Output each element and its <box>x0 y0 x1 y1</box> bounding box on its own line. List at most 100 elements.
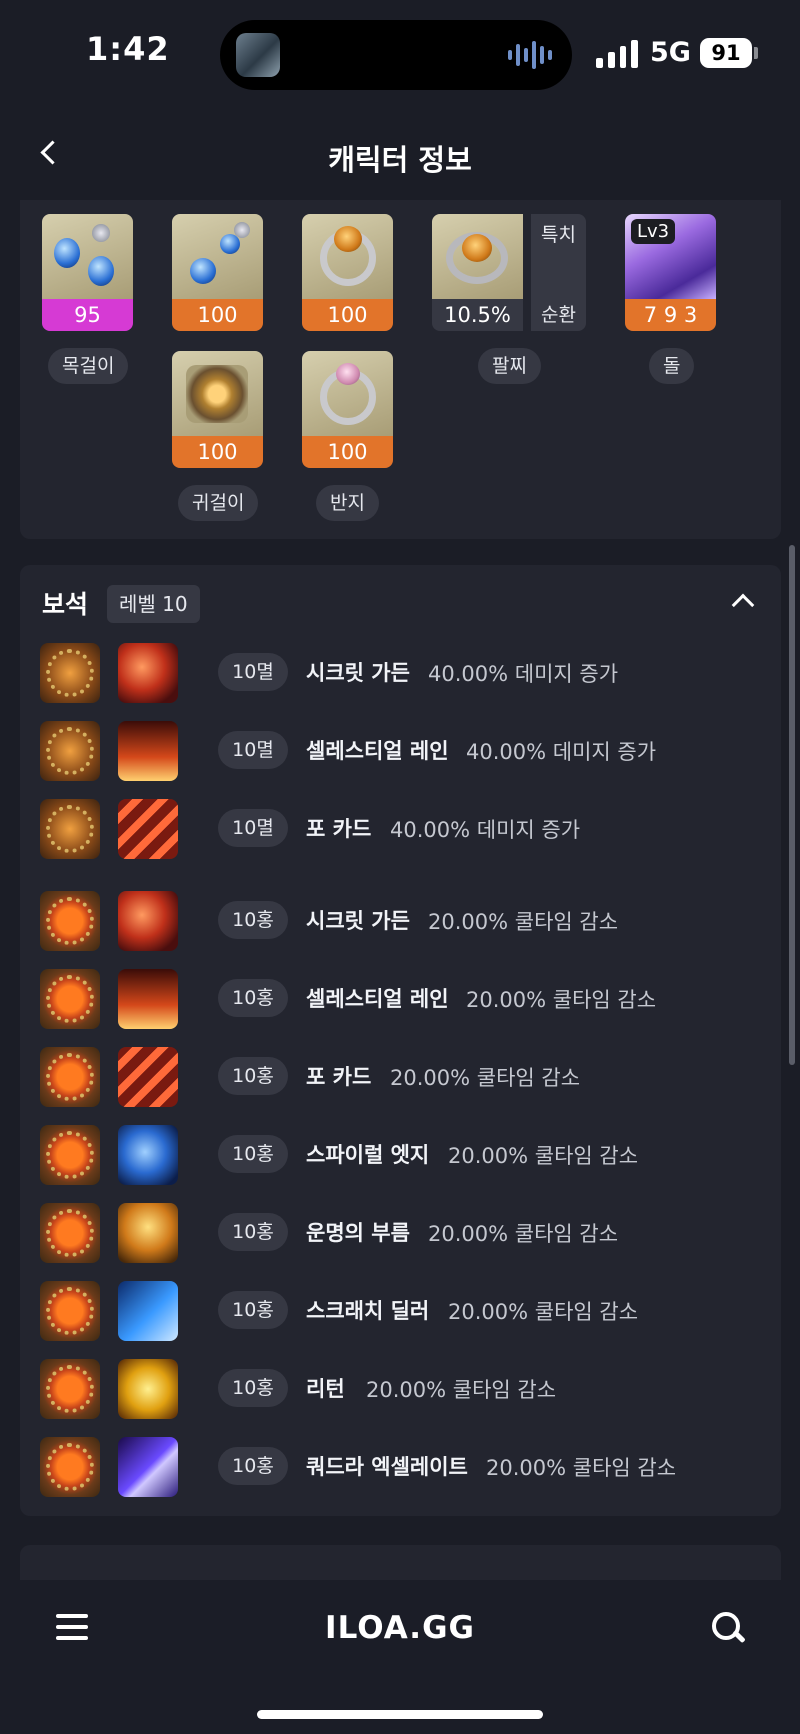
ring-item-2[interactable]: 100 <box>302 351 393 468</box>
ring-label: 반지 <box>316 485 379 521</box>
gem-effect: 20.00% 쿨타임 감소 <box>448 1300 639 1324</box>
gem-effect: 40.00% 데미지 증가 <box>466 740 657 764</box>
necklace-quality: 95 <box>42 299 133 331</box>
bracelet-stat-2: 순환 <box>541 304 576 326</box>
earring-quality-2: 100 <box>172 436 263 468</box>
gem-skill-name: 포 카드 <box>306 817 372 841</box>
gem-effect: 40.00% 데미지 증가 <box>390 818 581 842</box>
gem-effect: 20.00% 쿨타임 감소 <box>390 1066 581 1090</box>
gem-row[interactable]: 10멸 포 카드 40.00% 데미지 증가 <box>40 799 760 859</box>
gem-icon <box>40 1359 100 1419</box>
gem-level-badge: 레벨 10 <box>107 585 200 623</box>
battery-tip <box>754 47 758 59</box>
gem-row[interactable]: 10홍 운명의 부름 20.00% 쿨타임 감소 <box>40 1203 760 1263</box>
skill-icon <box>118 1359 178 1419</box>
gem-grade: 10홍 <box>218 1447 288 1485</box>
gem-icon <box>40 643 100 703</box>
necklace-image <box>42 214 133 299</box>
page-title: 캐릭터 정보 <box>328 143 472 177</box>
gem-skill-name: 포 카드 <box>306 1065 372 1089</box>
gem-grade: 10홍 <box>218 901 288 939</box>
gem-icon <box>40 1125 100 1185</box>
gem-skill-name: 시크릿 가든 <box>306 661 410 685</box>
signal-icon <box>596 40 638 68</box>
gem-row[interactable]: 10홍 리턴 20.00% 쿨타임 감소 <box>40 1359 760 1419</box>
gem-grade: 10멸 <box>218 809 288 847</box>
search-icon[interactable] <box>710 1610 746 1646</box>
stone-value: 7 9 3 <box>625 299 716 331</box>
gem-row[interactable]: 10홍 쿼드라 엑셀레이트 20.00% 쿨타임 감소 <box>40 1437 760 1497</box>
gem-icon <box>40 1047 100 1107</box>
app-header: 캐릭터 정보 <box>0 105 800 200</box>
audio-wave-icon <box>508 40 552 70</box>
skill-icon <box>118 1047 178 1107</box>
skill-icon <box>118 1437 178 1497</box>
gem-grade: 10홍 <box>218 979 288 1017</box>
ring-image <box>302 214 393 299</box>
earring-item-2[interactable]: 100 <box>172 351 263 468</box>
skill-icon <box>118 721 178 781</box>
gem-effect: 40.00% 데미지 증가 <box>428 662 619 686</box>
skill-icon <box>118 1281 178 1341</box>
gem-grade: 10홍 <box>218 1213 288 1251</box>
home-indicator <box>257 1710 543 1719</box>
necklace-item[interactable]: 95 <box>42 214 133 331</box>
brand-logo[interactable]: ILOA.GG <box>0 1610 800 1646</box>
ring-quality-2: 100 <box>302 436 393 468</box>
gem-row[interactable]: 10멸 셀레스티얼 레인 40.00% 데미지 증가 <box>40 721 760 781</box>
stone-level: Lv3 <box>631 219 676 244</box>
necklace-label: 목걸이 <box>48 348 129 384</box>
gem-icon <box>40 799 100 859</box>
gem-icon <box>40 1281 100 1341</box>
gem-icon <box>40 891 100 951</box>
stone-item[interactable]: Lv3 7 9 3 <box>625 214 716 331</box>
stone-image: Lv3 <box>625 214 716 299</box>
gem-icon <box>40 721 100 781</box>
gem-icon <box>40 1203 100 1263</box>
gem-skill-name: 시크릿 가든 <box>306 909 410 933</box>
bracelet-image <box>432 214 523 299</box>
scrollbar[interactable] <box>789 545 795 1065</box>
gem-section-title: 보석 <box>42 590 89 619</box>
gem-icon <box>40 969 100 1029</box>
earring-label: 귀걸이 <box>178 485 259 521</box>
gem-row[interactable]: 10홍 스크래치 딜러 20.00% 쿨타임 감소 <box>40 1281 760 1341</box>
earring-quality-1: 100 <box>172 299 263 331</box>
gem-row[interactable]: 10홍 포 카드 20.00% 쿨타임 감소 <box>40 1047 760 1107</box>
gem-row[interactable]: 10홍 셀레스티얼 레인 20.00% 쿨타임 감소 <box>40 969 760 1029</box>
battery-icon: 91 <box>700 38 752 68</box>
gem-skill-name: 셀레스티얼 레인 <box>306 987 449 1011</box>
bracelet-stat-1: 특치 <box>541 224 576 246</box>
gem-effect: 20.00% 쿨타임 감소 <box>466 988 657 1012</box>
gem-skill-name: 쿼드라 엑셀레이트 <box>306 1455 468 1479</box>
dynamic-island[interactable] <box>220 20 572 90</box>
gem-effect: 20.00% 쿨타임 감소 <box>428 910 619 934</box>
gem-icon <box>40 1437 100 1497</box>
status-time: 1:42 <box>86 30 170 68</box>
stone-label: 돌 <box>649 348 695 384</box>
gem-row[interactable]: 10홍 시크릿 가든 20.00% 쿨타임 감소 <box>40 891 760 951</box>
gem-skill-name: 스파이럴 엣지 <box>306 1143 430 1167</box>
chevron-up-icon[interactable] <box>731 593 755 617</box>
gem-section: 보석 레벨 10 10멸 시크릿 가든 40.00% 데미지 증가 10멸 셀레… <box>20 565 781 1516</box>
bracelet-value: 10.5% <box>432 299 523 331</box>
ring-image-2 <box>302 351 393 436</box>
bracelet-label: 팔찌 <box>478 348 541 384</box>
gem-grade: 10멸 <box>218 731 288 769</box>
skill-icon <box>118 969 178 1029</box>
earring-image-2 <box>172 351 263 436</box>
gem-row[interactable]: 10홍 스파이럴 엣지 20.00% 쿨타임 감소 <box>40 1125 760 1185</box>
ring-item-1[interactable]: 100 <box>302 214 393 331</box>
bottom-navigation-bar: ILOA.GG <box>0 1580 800 1734</box>
gem-skill-name: 리턴 <box>306 1377 345 1401</box>
bracelet-item[interactable]: 10.5% <box>432 214 523 331</box>
now-playing-thumbnail <box>236 33 280 77</box>
earring-item-1[interactable]: 100 <box>172 214 263 331</box>
skill-icon <box>118 891 178 951</box>
gem-row[interactable]: 10멸 시크릿 가든 40.00% 데미지 증가 <box>40 643 760 703</box>
network-label: 5G <box>650 37 691 68</box>
gem-grade: 10홍 <box>218 1135 288 1173</box>
bracelet-stats: 특치 순환 <box>531 214 586 331</box>
gem-grade: 10홍 <box>218 1057 288 1095</box>
gem-effect: 20.00% 쿨타임 감소 <box>486 1456 677 1480</box>
